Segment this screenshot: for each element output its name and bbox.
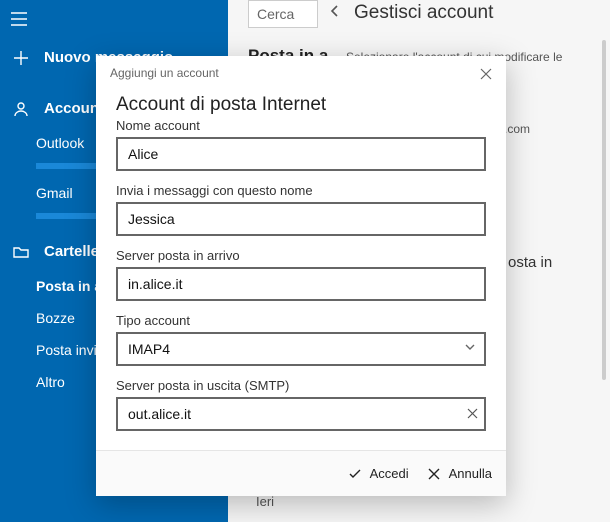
cancel-icon <box>427 467 441 481</box>
folder-icon <box>12 244 30 260</box>
search-input[interactable]: Cerca <box>248 0 318 28</box>
x-icon <box>467 408 478 419</box>
dialog-title: Aggiungi un account <box>96 56 506 82</box>
close-icon <box>480 68 492 80</box>
settings-scrollbar[interactable] <box>602 40 606 380</box>
hamburger-menu[interactable] <box>0 4 228 39</box>
select-account-type[interactable] <box>116 332 486 366</box>
dialog-heading: Account di posta Internet <box>116 94 486 116</box>
label-outgoing-server: Server posta in uscita (SMTP) <box>116 378 486 393</box>
label-incoming-server: Server posta in arrivo <box>116 248 486 263</box>
accounts-label: Account <box>44 100 104 117</box>
yesterday-label: Ieri <box>256 494 274 509</box>
signin-button[interactable]: Accedi <box>348 466 409 481</box>
clear-input-button[interactable] <box>467 406 478 422</box>
close-button[interactable] <box>476 64 496 84</box>
search-placeholder: Cerca <box>257 6 294 22</box>
folders-label: Cartelle <box>44 243 99 260</box>
gmail-sync-bar <box>36 213 96 219</box>
input-outgoing-server[interactable] <box>116 397 486 431</box>
manage-accounts-title: Gestisci account <box>354 2 493 24</box>
input-send-name[interactable] <box>116 202 486 236</box>
input-account-name[interactable] <box>116 137 486 171</box>
label-account-name: Nome account <box>116 118 486 133</box>
dialog-body: Account di posta Internet Nome account I… <box>96 82 506 450</box>
label-send-name: Invia i messaggi con questo nome <box>116 183 486 198</box>
back-icon[interactable] <box>328 2 342 24</box>
cancel-label: Annulla <box>449 466 492 481</box>
plus-icon <box>12 50 30 66</box>
label-account-type: Tipo account <box>116 313 486 328</box>
person-icon <box>12 101 30 117</box>
cancel-button[interactable]: Annulla <box>427 466 492 481</box>
outlook-sync-bar <box>36 163 96 169</box>
dialog-footer: Accedi Annulla <box>96 450 506 496</box>
check-icon <box>348 467 362 481</box>
manage-accounts-header: Gestisci account <box>328 2 493 24</box>
hamburger-icon <box>10 10 28 28</box>
add-account-dialog: Aggiungi un account Account di posta Int… <box>96 56 506 496</box>
signin-label: Accedi <box>370 466 409 481</box>
input-incoming-server[interactable] <box>116 267 486 301</box>
posta-in-fragment: osta in <box>508 254 552 271</box>
